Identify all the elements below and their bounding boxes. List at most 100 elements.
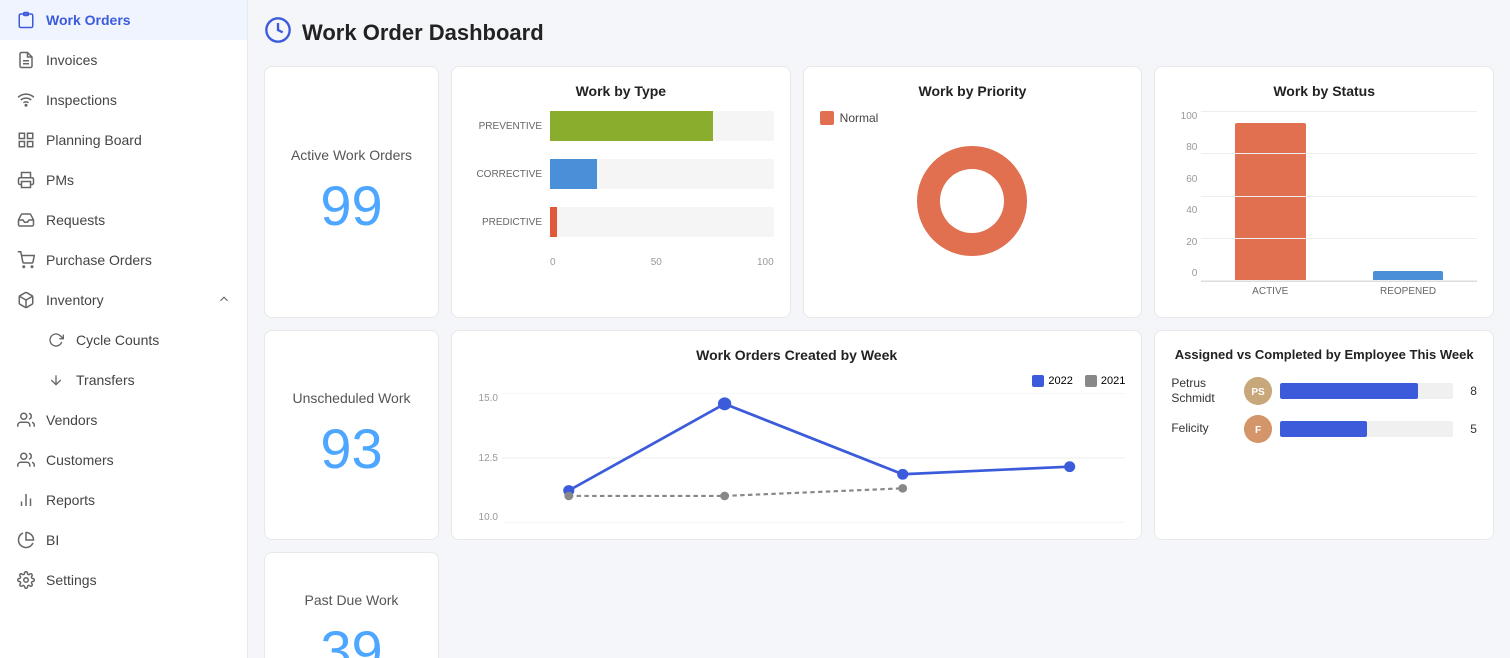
line-chart-area: 10.0 12.5 15.0: [468, 393, 1125, 523]
sidebar-item-inspections[interactable]: Inspections: [0, 80, 247, 120]
box-icon: [16, 290, 36, 310]
user-group-icon: [16, 410, 36, 430]
page-title: Work Order Dashboard: [302, 20, 544, 46]
past-due-work-label: Past Due Work: [289, 591, 414, 611]
bar-fill-predictive: [550, 207, 557, 237]
bar-chart-icon: [16, 490, 36, 510]
sidebar-label-settings: Settings: [46, 572, 97, 588]
vbar-col-reopened: [1349, 111, 1467, 281]
sidebar-label-pms: PMs: [46, 172, 74, 188]
active-work-orders-value: 99: [289, 173, 414, 238]
legend-2022: 2022: [1032, 375, 1072, 387]
past-due-work-card[interactable]: Past Due Work 39: [264, 552, 439, 658]
axis-50: 50: [651, 257, 662, 268]
work-by-status-title: Work by Status: [1171, 83, 1477, 99]
dashboard-grid: Active Work Orders 99 Work by Type PREVE…: [264, 66, 1494, 658]
sidebar-item-reports[interactable]: Reports: [0, 480, 247, 520]
gear-icon: [16, 570, 36, 590]
sidebar-item-work-orders[interactable]: Work Orders: [0, 0, 247, 40]
sidebar-item-bi[interactable]: BI: [0, 520, 247, 560]
employee-list: Petrus Schmidt PS 8 Felicity F: [1171, 376, 1477, 443]
sidebar-label-requests: Requests: [46, 212, 105, 228]
sidebar-label-bi: BI: [46, 532, 59, 548]
axis-100: 100: [757, 257, 774, 268]
vbar-ylabels: 0 20 40 60 80 100: [1171, 111, 1197, 301]
bar-track-preventive: [550, 111, 774, 141]
vbar-xlabel-active: ACTIVE: [1211, 286, 1329, 297]
chevron-up-icon: [217, 292, 231, 309]
line-ylabels: 10.0 12.5 15.0: [468, 393, 498, 523]
unscheduled-work-label: Unscheduled Work: [289, 389, 414, 409]
emp-count-petrus: 8: [1461, 384, 1477, 398]
grid-icon: [16, 130, 36, 150]
sidebar-item-planning-board[interactable]: Planning Board: [0, 120, 247, 160]
bar-axis: 0 50 100: [468, 257, 774, 268]
emp-name-felicity: Felicity: [1171, 421, 1236, 437]
pie-chart-icon: [16, 530, 36, 550]
sidebar-item-requests[interactable]: Requests: [0, 200, 247, 240]
active-work-orders-card[interactable]: Active Work Orders 99: [264, 66, 439, 318]
legend-normal-label: Normal: [840, 111, 879, 125]
sidebar-label-purchase-orders: Purchase Orders: [46, 252, 152, 268]
file-text-icon: [16, 50, 36, 70]
unscheduled-work-card[interactable]: Unscheduled Work 93: [264, 330, 439, 540]
bar-fill-preventive: [550, 111, 713, 141]
sidebar-item-settings[interactable]: Settings: [0, 560, 247, 600]
arrows-icon: [46, 370, 66, 390]
page-header: Work Order Dashboard: [264, 16, 1494, 50]
week-legend: 2022 2021: [468, 375, 1125, 387]
sidebar-label-invoices: Invoices: [46, 52, 97, 68]
assigned-completed-card: Assigned vs Completed by Employee This W…: [1154, 330, 1494, 540]
users-icon: [16, 450, 36, 470]
vbar-fill-reopened: [1373, 271, 1444, 281]
sidebar-item-cycle-counts[interactable]: Cycle Counts: [0, 320, 247, 360]
sidebar-label-planning-board: Planning Board: [46, 132, 142, 148]
sidebar-item-pms[interactable]: PMs: [0, 160, 247, 200]
work-by-week-card: Work Orders Created by Week 2022 2021 10…: [451, 330, 1142, 540]
sidebar-label-inventory: Inventory: [46, 292, 104, 308]
sidebar-item-vendors[interactable]: Vendors: [0, 400, 247, 440]
emp-bar-fill-felicity: [1280, 421, 1366, 437]
work-by-type-title: Work by Type: [468, 83, 774, 99]
bar-row-corrective: CORRECTIVE: [468, 159, 774, 189]
sidebar-label-vendors: Vendors: [46, 412, 97, 428]
donut-container: [820, 131, 1126, 271]
work-by-type-card: Work by Type PREVENTIVE CORRECTIVE: [451, 66, 791, 318]
emp-bar-fill-petrus: [1280, 383, 1418, 399]
vbar-xlabel-reopened: REOPENED: [1349, 286, 1467, 297]
assigned-completed-title: Assigned vs Completed by Employee This W…: [1171, 347, 1477, 364]
bar-row-preventive: PREVENTIVE: [468, 111, 774, 141]
priority-legend: Normal: [820, 111, 1126, 125]
bar-fill-corrective: [550, 159, 597, 189]
work-by-priority-card: Work by Priority Normal: [803, 66, 1143, 318]
sidebar-item-customers[interactable]: Customers: [0, 440, 247, 480]
clipboard-icon: [16, 10, 36, 30]
vbar-bars-area: [1201, 111, 1477, 282]
svg-text:F: F: [1255, 425, 1261, 436]
sidebar-label-reports: Reports: [46, 492, 95, 508]
bar-track-corrective: [550, 159, 774, 189]
sidebar-item-inventory[interactable]: Inventory: [0, 280, 247, 320]
sidebar-item-invoices[interactable]: Invoices: [0, 40, 247, 80]
vbar-col-active: [1211, 111, 1329, 281]
main-content: Work Order Dashboard Active Work Orders …: [248, 0, 1510, 658]
sidebar-label-inspections: Inspections: [46, 92, 117, 108]
legend-normal-dot: [820, 111, 834, 125]
emp-name-petrus: Petrus Schmidt: [1171, 376, 1236, 407]
vbar-plot-area: ACTIVE REOPENED: [1201, 111, 1477, 301]
sidebar-item-transfers[interactable]: Transfers: [0, 360, 247, 400]
emp-bar-track-felicity: [1280, 421, 1453, 437]
sidebar-item-purchase-orders[interactable]: Purchase Orders: [0, 240, 247, 280]
sidebar-label-cycle-counts: Cycle Counts: [76, 332, 159, 348]
work-by-week-title: Work Orders Created by Week: [468, 347, 1125, 363]
past-due-work-value: 39: [289, 618, 414, 658]
bar-track-predictive: [550, 207, 774, 237]
vbar-xlabels: ACTIVE REOPENED: [1201, 282, 1477, 301]
dashboard-icon: [264, 16, 292, 50]
work-by-status-card: Work by Status 0 20 40 60 80 100: [1154, 66, 1494, 318]
shopping-cart-icon: [16, 250, 36, 270]
bar-row-predictive: PREDICTIVE: [468, 207, 774, 237]
sidebar: Work Orders Invoices Inspections Plannin…: [0, 0, 248, 658]
inbox-icon: [16, 210, 36, 230]
bar-label-preventive: PREVENTIVE: [468, 121, 542, 132]
